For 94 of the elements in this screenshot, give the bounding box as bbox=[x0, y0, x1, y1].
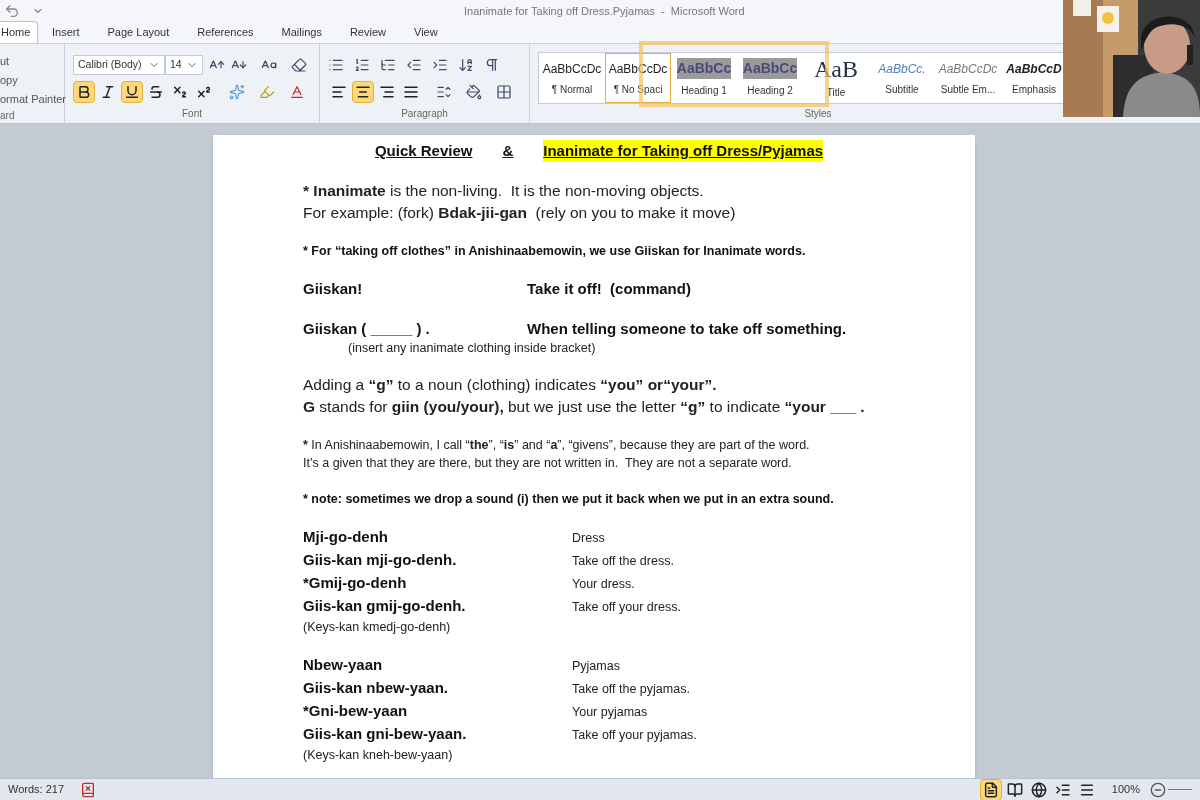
italic-icon bbox=[100, 84, 116, 100]
open-book-icon bbox=[1006, 781, 1023, 798]
heading-text: Inanimate for Taking off Dress/Pyjamas bbox=[543, 140, 824, 162]
term-text: Nbew-yaan bbox=[303, 655, 384, 675]
meaning-text: Pyjamas bbox=[572, 658, 620, 675]
clear-format-icon[interactable] bbox=[291, 57, 307, 73]
term-text: Giiskan ( _____ ) . bbox=[303, 319, 431, 339]
underline-icon bbox=[124, 84, 140, 100]
term-text: Mji-go-denh bbox=[303, 527, 389, 547]
increase-indent-icon[interactable] bbox=[432, 57, 448, 73]
style-option[interactable]: AaBbCc Heading 2 bbox=[737, 53, 803, 103]
subscript-icon bbox=[172, 84, 188, 100]
body-text: * note: sometimes we drop a sound (i) then we put it back when we put in an extra sound. bbox=[303, 491, 835, 508]
ribbon-tab[interactable]: Mailings bbox=[267, 21, 336, 43]
body-text: * Inanimate is the non-living. It is the non-moving objects. bbox=[303, 181, 705, 201]
ribbon-tab[interactable]: Insert bbox=[38, 21, 94, 43]
term-text: Giis-kan gni-bew-yaan. bbox=[303, 724, 468, 744]
body-text: It’s a given that they are there, but they are not written in. They are not a separate word. bbox=[303, 455, 793, 472]
borders-icon[interactable] bbox=[496, 84, 512, 100]
zoom-out-icon[interactable] bbox=[1150, 781, 1166, 798]
proofing-icon[interactable] bbox=[80, 781, 97, 798]
align-justify-icon bbox=[403, 84, 419, 100]
note-text: (Keys-kan kmedj-go-denh) bbox=[303, 619, 452, 636]
meaning-text: Dress bbox=[572, 530, 605, 547]
group-label: Font bbox=[182, 107, 202, 121]
group-label: Styles bbox=[804, 107, 832, 121]
note-text: (Keys-kan kneh-bew-yaan) bbox=[303, 747, 454, 764]
term-text: *Gmij-go-denh bbox=[303, 573, 408, 593]
term-text: Giis-kan nbew-yaan. bbox=[303, 678, 450, 698]
bold-icon bbox=[76, 84, 92, 100]
zoom-level[interactable]: 100% bbox=[1111, 781, 1140, 798]
numbering-icon[interactable] bbox=[354, 57, 370, 73]
style-option[interactable]: AaBbCc. Subtitle bbox=[869, 53, 935, 103]
heading-text: Quick Review bbox=[374, 141, 473, 161]
multilevel-list-icon[interactable] bbox=[380, 57, 396, 73]
text-effects-icon[interactable] bbox=[229, 84, 245, 100]
style-option[interactable]: AaBbCc Heading 1 bbox=[671, 53, 737, 103]
body-text: Adding a “g” to a noun (clothing) indicates “you” or“your”. bbox=[303, 375, 718, 395]
meaning-text: Take off your pyjamas. bbox=[572, 727, 697, 744]
ribbon-tab[interactable]: References bbox=[183, 21, 268, 43]
meaning-text: Take it off! (command) bbox=[527, 279, 691, 299]
superscript-icon bbox=[196, 84, 212, 100]
ribbon-tab[interactable]: Page Layout bbox=[93, 21, 184, 43]
meaning-text: Your pyjamas bbox=[572, 704, 648, 721]
format-button[interactable] bbox=[73, 81, 95, 103]
term-text: *Gni-bew-yaan bbox=[303, 701, 409, 721]
page-icon bbox=[982, 781, 999, 798]
font-size-field[interactable]: 14 bbox=[165, 55, 203, 75]
meaning-text: Take off your dress. bbox=[572, 599, 681, 616]
decrease-indent-icon[interactable] bbox=[406, 57, 422, 73]
style-option[interactable]: AaBbCcDc ¶ No Spaci bbox=[605, 53, 671, 103]
globe-icon bbox=[1030, 781, 1047, 798]
line-spacing-icon[interactable] bbox=[436, 84, 452, 100]
clipboard-command[interactable]: ormat Painter bbox=[0, 90, 64, 108]
body-text: * In Anishinaabemowin, I call “the”, “is” and “a”, “givens”, because they are part of the word. bbox=[303, 437, 811, 454]
term-text: Giis-kan gmij-go-denh. bbox=[303, 596, 467, 616]
shading-icon[interactable] bbox=[466, 84, 482, 100]
group-label: Paragraph bbox=[401, 107, 448, 121]
align-button[interactable] bbox=[352, 81, 374, 103]
group-label: ard bbox=[0, 109, 16, 123]
term-text: Giis-kan mji-go-denh. bbox=[303, 550, 458, 570]
pilcrow-icon[interactable] bbox=[484, 57, 500, 73]
font-color-icon[interactable] bbox=[289, 84, 305, 100]
meaning-text: Take off the pyjamas. bbox=[572, 681, 690, 698]
style-option[interactable]: AaB Title bbox=[803, 53, 869, 103]
body-text: * For “taking off clothes” in Anishinaabemowin, we use Giiskan for Inanimate words. bbox=[303, 243, 807, 260]
ribbon-tab[interactable]: View bbox=[400, 21, 452, 43]
term-text: Giiskan! bbox=[303, 279, 364, 299]
style-option[interactable]: AaBbCcDc Subtle Em... bbox=[935, 53, 1001, 103]
meaning-text: Take off the dress. bbox=[572, 553, 674, 570]
format-button[interactable] bbox=[121, 81, 143, 103]
align-right-icon bbox=[379, 84, 395, 100]
clipboard-command[interactable]: opy bbox=[0, 71, 64, 89]
ampersand-text: & bbox=[502, 141, 514, 161]
note-text: (insert any inanimate clothing inside bracket) bbox=[347, 340, 597, 356]
style-option[interactable]: AaBbCcD Emphasis bbox=[1001, 53, 1067, 103]
window-title: Inanimate for Taking off Dress.Pyjamas - Microsoft Word bbox=[464, 3, 745, 19]
font-name-field[interactable]: Calibri (Body) bbox=[73, 55, 165, 75]
align-left-icon bbox=[331, 84, 347, 100]
body-text: G stands for giin (you/your), but we just use the letter “g” to indicate “your ___ . bbox=[303, 397, 866, 417]
ribbon-tab[interactable]: Review bbox=[335, 21, 400, 43]
strikethrough-icon bbox=[148, 84, 164, 100]
align-center-icon bbox=[355, 84, 371, 100]
sort-icon[interactable] bbox=[458, 57, 474, 73]
body-text: For example: (fork) Bdak-jii-gan (rely on you to make it move) bbox=[303, 203, 737, 223]
undo-icon[interactable] bbox=[4, 3, 20, 19]
word-count[interactable]: Words: 217 bbox=[8, 781, 65, 798]
clipboard-command[interactable]: ut bbox=[0, 52, 64, 70]
bullets-icon[interactable] bbox=[328, 57, 344, 73]
meaning-text: When telling someone to take off something. bbox=[527, 319, 847, 339]
view-button[interactable] bbox=[979, 778, 1002, 800]
style-option[interactable]: AaBbCcDc ¶ Normal bbox=[539, 53, 605, 103]
ribbon-tab[interactable]: Home bbox=[0, 21, 38, 43]
meaning-text: Your dress. bbox=[572, 576, 635, 593]
